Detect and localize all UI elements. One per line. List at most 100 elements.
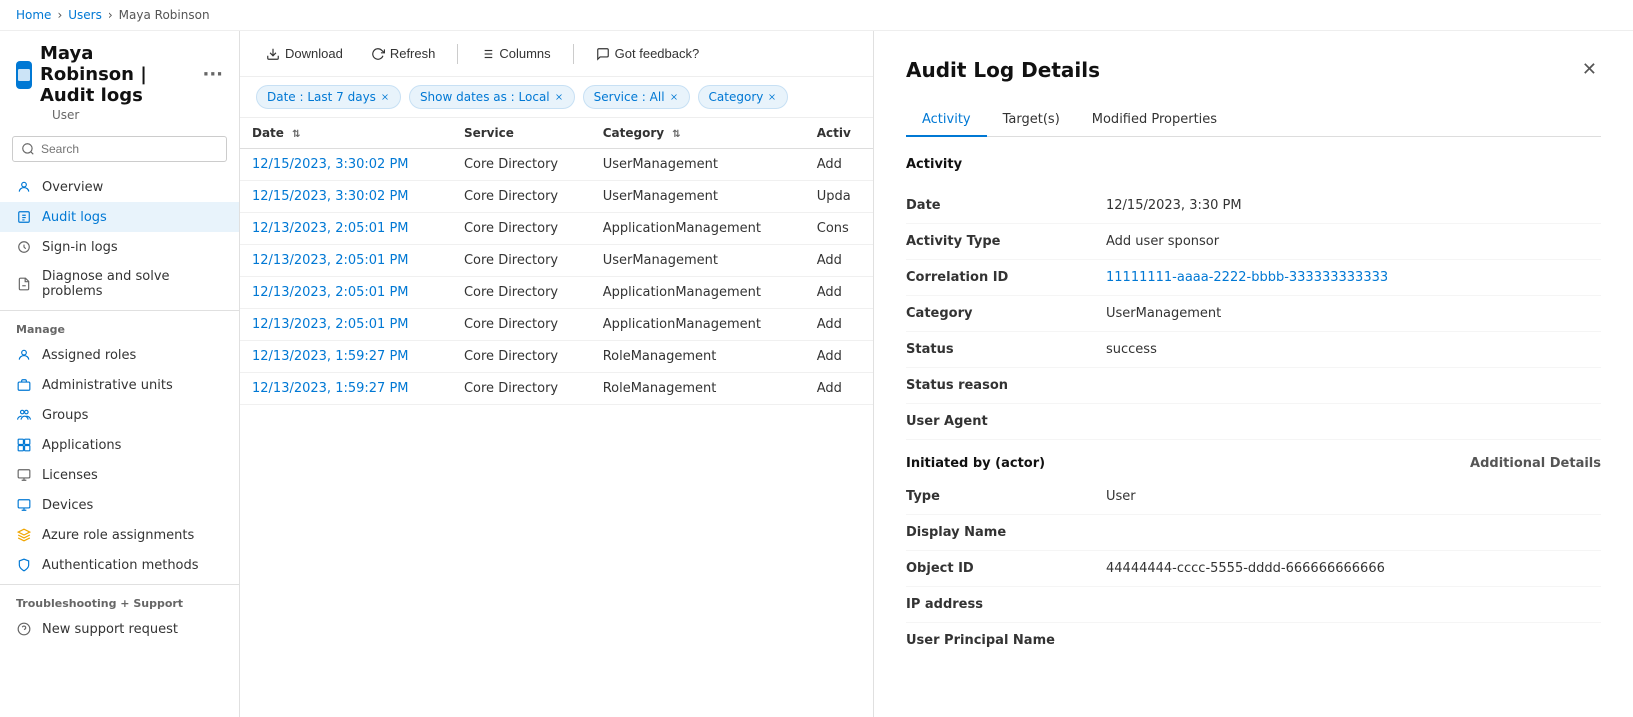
service-filter-pill[interactable]: Service : All xyxy=(583,85,690,109)
category-filter-close-icon xyxy=(767,92,777,102)
applications-icon xyxy=(16,437,32,453)
cell-date-6[interactable]: 12/13/2023, 1:59:27 PM xyxy=(240,341,452,373)
breadcrumb-home[interactable]: Home xyxy=(16,8,51,22)
page-subtitle: User xyxy=(52,108,223,122)
download-button[interactable]: Download xyxy=(256,41,353,66)
toolbar: Download Refresh Columns Got feedback? xyxy=(240,31,873,77)
sidebar-item-azure-roles[interactable]: Azure role assignments xyxy=(0,520,239,550)
search-input[interactable] xyxy=(12,136,227,162)
sidebar-header: Maya Robinson | Audit logs ··· User xyxy=(0,31,239,130)
table-row: 12/13/2023, 2:05:01 PM Core Directory Ap… xyxy=(240,277,873,309)
table-row: 12/13/2023, 2:05:01 PM Core Directory Us… xyxy=(240,245,873,277)
cell-category-3: UserManagement xyxy=(591,245,805,277)
sidebar-item-audit-logs[interactable]: Audit logs xyxy=(0,202,239,232)
sidebar-item-sign-in-logs-label: Sign-in logs xyxy=(42,240,118,255)
initiated-by-section: Initiated by (actor) Additional Details xyxy=(906,456,1601,471)
show-dates-filter-pill[interactable]: Show dates as : Local xyxy=(409,85,575,109)
cell-service-2: Core Directory xyxy=(452,213,591,245)
detail-panel-header: Audit Log Details ✕ xyxy=(906,55,1601,84)
sidebar-item-diagnose[interactable]: Diagnose and solve problems xyxy=(0,262,239,306)
cell-date-2[interactable]: 12/13/2023, 2:05:01 PM xyxy=(240,213,452,245)
detail-row-category: Category UserManagement xyxy=(906,296,1601,332)
sidebar-item-support[interactable]: New support request xyxy=(0,614,239,644)
service-filter-close-icon xyxy=(669,92,679,102)
cell-date-1[interactable]: 12/15/2023, 3:30:02 PM xyxy=(240,181,452,213)
cell-date-5[interactable]: 12/13/2023, 2:05:01 PM xyxy=(240,309,452,341)
table-row: 12/13/2023, 2:05:01 PM Core Directory Ap… xyxy=(240,213,873,245)
sidebar-item-sign-in-logs[interactable]: Sign-in logs xyxy=(0,232,239,262)
cell-activity-1: Upda xyxy=(805,181,873,213)
sidebar-item-overview[interactable]: Overview xyxy=(0,172,239,202)
cell-date-4[interactable]: 12/13/2023, 2:05:01 PM xyxy=(240,277,452,309)
table-row: 12/13/2023, 1:59:27 PM Core Directory Ro… xyxy=(240,341,873,373)
detail-panel-title: Audit Log Details xyxy=(906,58,1100,82)
breadcrumb-current: Maya Robinson xyxy=(119,8,210,22)
admin-units-icon xyxy=(16,377,32,393)
date-filter-close-icon xyxy=(380,92,390,102)
sidebar-item-applications-label: Applications xyxy=(42,438,121,453)
cell-activity-0: Add xyxy=(805,149,873,181)
columns-icon xyxy=(480,47,494,61)
table-row: 12/15/2023, 3:30:02 PM Core Directory Us… xyxy=(240,149,873,181)
cell-service-1: Core Directory xyxy=(452,181,591,213)
breadcrumb-users[interactable]: Users xyxy=(68,8,102,22)
sign-in-logs-icon xyxy=(16,239,32,255)
sidebar-item-auth-methods-label: Authentication methods xyxy=(42,558,199,573)
col-activity[interactable]: Activ xyxy=(805,118,873,149)
close-detail-panel-button[interactable]: ✕ xyxy=(1578,55,1601,84)
sidebar-item-auth-methods[interactable]: Authentication methods xyxy=(0,550,239,580)
cell-activity-2: Cons xyxy=(805,213,873,245)
date-filter-pill[interactable]: Date : Last 7 days xyxy=(256,85,401,109)
detail-row-date: Date 12/15/2023, 3:30 PM xyxy=(906,188,1601,224)
columns-button[interactable]: Columns xyxy=(470,41,560,66)
breadcrumb: Home › Users › Maya Robinson xyxy=(0,0,1633,31)
detail-content: Activity Date 12/15/2023, 3:30 PM Activi… xyxy=(906,157,1601,658)
manage-section-label: Manage xyxy=(0,310,239,340)
category-filter-pill[interactable]: Category xyxy=(698,85,789,109)
download-icon xyxy=(266,47,280,61)
col-category[interactable]: Category ⇅ xyxy=(591,118,805,149)
feedback-icon xyxy=(596,47,610,61)
sidebar-nav: Overview Audit logs Sign-in logs Diagnos… xyxy=(0,168,239,717)
cell-category-7: RoleManagement xyxy=(591,373,805,405)
tab-activity[interactable]: Activity xyxy=(906,104,987,137)
sidebar-item-applications[interactable]: Applications xyxy=(0,430,239,460)
col-date[interactable]: Date ⇅ xyxy=(240,118,452,149)
page-title: Maya Robinson | Audit logs ··· xyxy=(16,43,223,106)
sidebar-item-licenses[interactable]: Licenses xyxy=(0,460,239,490)
assigned-roles-icon xyxy=(16,347,32,363)
cell-date-0[interactable]: 12/15/2023, 3:30:02 PM xyxy=(240,149,452,181)
audit-logs-table: Date ⇅ Service Category ⇅ Activ xyxy=(240,118,873,405)
additional-details-link[interactable]: Additional Details xyxy=(1470,456,1601,471)
sidebar-item-assigned-roles[interactable]: Assigned roles xyxy=(0,340,239,370)
tab-targets[interactable]: Target(s) xyxy=(987,104,1076,137)
sidebar-item-assigned-roles-label: Assigned roles xyxy=(42,348,136,363)
cell-category-0: UserManagement xyxy=(591,149,805,181)
tab-modified-properties[interactable]: Modified Properties xyxy=(1076,104,1233,137)
cell-activity-4: Add xyxy=(805,277,873,309)
sidebar-item-devices[interactable]: Devices xyxy=(0,490,239,520)
toolbar-divider-2 xyxy=(573,44,574,64)
cell-date-7[interactable]: 12/13/2023, 1:59:27 PM xyxy=(240,373,452,405)
cell-date-3[interactable]: 12/13/2023, 2:05:01 PM xyxy=(240,245,452,277)
detail-row-type: Type User xyxy=(906,479,1601,515)
date-sort-icon: ⇅ xyxy=(292,129,300,140)
detail-row-activity-type: Activity Type Add user sponsor xyxy=(906,224,1601,260)
cell-service-4: Core Directory xyxy=(452,277,591,309)
sidebar-item-admin-units[interactable]: Administrative units xyxy=(0,370,239,400)
detail-row-upn: User Principal Name xyxy=(906,623,1601,658)
col-service[interactable]: Service xyxy=(452,118,591,149)
search-container xyxy=(0,130,239,168)
sidebar-item-groups[interactable]: Groups xyxy=(0,400,239,430)
diagnose-icon xyxy=(16,276,32,292)
refresh-icon xyxy=(371,47,385,61)
cell-service-0: Core Directory xyxy=(452,149,591,181)
more-options-button[interactable]: ··· xyxy=(202,64,223,85)
feedback-button[interactable]: Got feedback? xyxy=(586,41,710,66)
refresh-button[interactable]: Refresh xyxy=(361,41,446,66)
sidebar-item-azure-roles-label: Azure role assignments xyxy=(42,528,194,543)
cell-service-5: Core Directory xyxy=(452,309,591,341)
category-sort-icon: ⇅ xyxy=(672,129,680,140)
cell-category-1: UserManagement xyxy=(591,181,805,213)
table-row: 12/15/2023, 3:30:02 PM Core Directory Us… xyxy=(240,181,873,213)
